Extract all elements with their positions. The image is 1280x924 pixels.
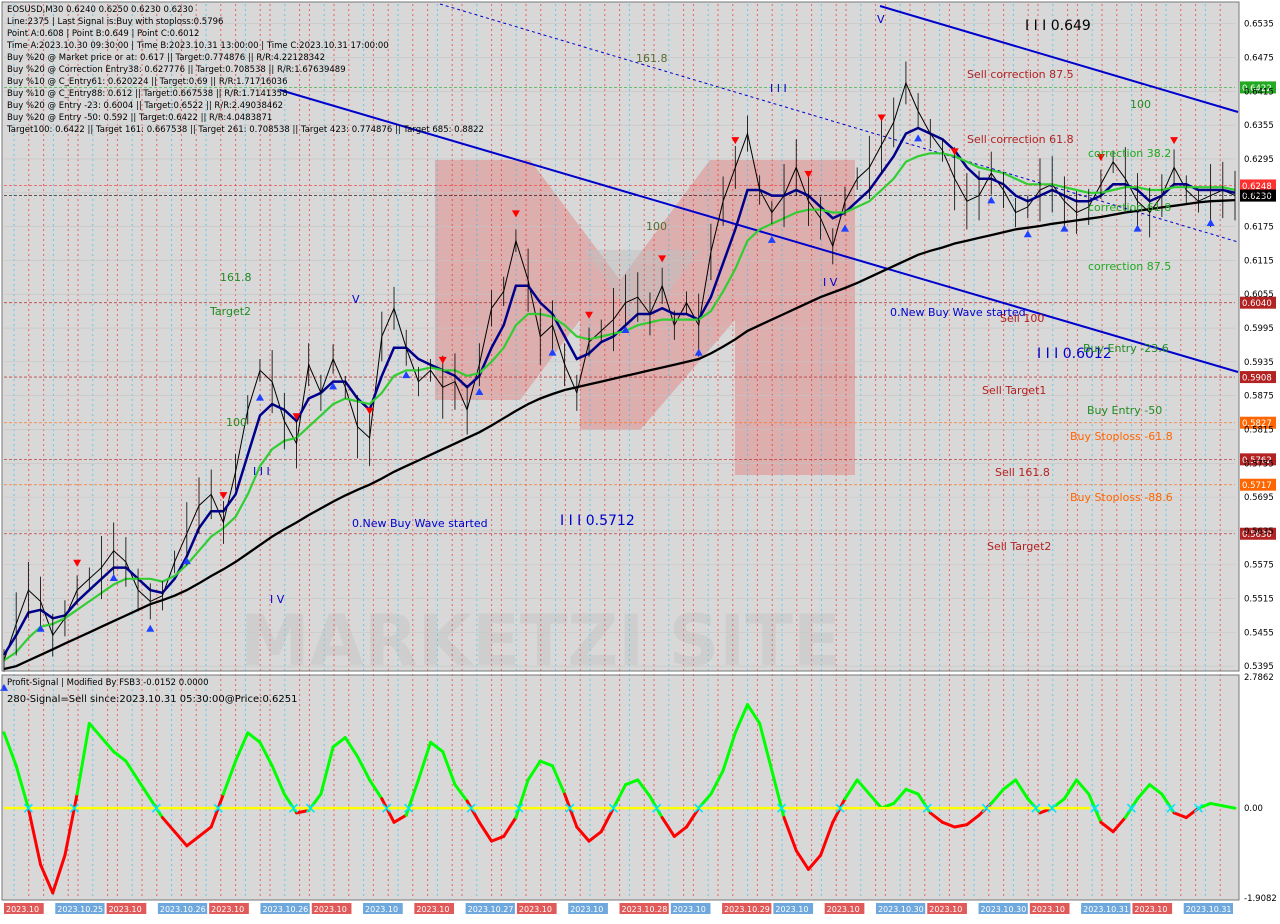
info-line: Buy %20 @ Correction Entry38: 0.627776 |… [7,65,346,75]
info-line: Buy %20 @ Entry -23: 0.6004 || Target:0.… [7,101,284,111]
x-tick-label: 2023.10 [827,905,860,914]
chart-annotation: Buy Entry -23.6 [1083,342,1169,355]
y-tick-label: 0.5395 [1244,662,1274,672]
y-tick-label: 0.5635 [1244,527,1274,537]
y-tick-label: 0.5935 [1244,358,1274,368]
info-line: Line:2375 | Last Signal is:Buy with stop… [7,17,224,27]
indicator-y-tick-label: 0.00 [1244,804,1263,814]
indicator-title: Profit-Signal | Modified By FSB3 -0.0152… [7,678,209,688]
chart-annotation: Sell 161.8 [995,466,1050,479]
x-tick-label: 2023.10.27 [468,905,514,914]
chart-annotation: I I I [253,465,270,478]
y-tick-label: 0.5695 [1244,493,1274,503]
y-tick-label: 0.6055 [1244,290,1274,300]
indicator-y-tick-label: -1.9082 [1244,894,1277,904]
x-tick-label: 2023.10.26 [262,905,308,914]
chart-annotation: I I I [770,82,787,95]
chart-annotation: correction 61.8 [1088,201,1171,214]
x-tick-label: 2023.10 [6,905,39,914]
chart-annotation: Sell 100 [1000,312,1044,325]
chart-annotation: 0.New Buy Wave started [352,517,488,530]
chart-annotation: I V [823,276,838,289]
info-line: Buy %10 @ C_Entry88: 0.612 || Target:0.6… [7,89,288,99]
chart-svg: MARKETZI SITE I I I 0.649Sell correction… [0,1,1277,914]
chart-annotation: correction 38.2 [1088,147,1171,160]
info-line: Point A:0.608 | Point B:0.649 | Point C:… [7,29,200,39]
chart-annotation: I I I 0.5712 [560,513,635,529]
info-line: Buy %20 @ Entry -50: 0.592 || Target:0.6… [7,113,273,123]
info-line: Target100: 0.6422 || Target 161: 0.66753… [7,125,484,135]
x-tick-label: 2023.10 [1032,905,1065,914]
chart-annotation: V [877,13,885,26]
chart-annotation: 100 [646,220,667,233]
y-tick-label: 0.6115 [1244,256,1274,266]
chart-annotation: Sell correction 61.8 [967,133,1074,146]
y-tick-label: 0.5755 [1244,459,1274,469]
y-tick-label: 0.6415 [1244,87,1274,97]
y-tick-label: 0.5575 [1244,561,1274,571]
price-tag: 0.5908 [1242,374,1272,384]
x-tick-label: 2023.10 [365,905,398,914]
x-tick-label: 2023.10 [570,905,603,914]
y-tick-label: 0.5515 [1244,595,1274,605]
x-tick-label: 2023.10.26 [160,905,206,914]
y-tick-label: 0.6235 [1244,189,1274,199]
x-tick-label: 2023.10.30 [878,905,924,914]
y-tick-label: 0.5455 [1244,628,1274,638]
chart-annotation: Buy Stoploss -88.6 [1070,491,1173,504]
chart-annotation: Sell correction 87.5 [967,68,1074,81]
x-tick-label: 2023.10.31 [1083,905,1129,914]
chart-annotation: Buy Stoploss -61.8 [1070,430,1173,443]
chart-annotation: 161.8 [220,271,252,284]
x-tick-label: 2023.10 [929,905,962,914]
chart-annotation: I V [270,593,285,606]
chart-annotation: 100 [226,416,247,429]
chart-annotation: V [352,293,360,306]
y-tick-label: 0.6355 [1244,121,1274,131]
chart-annotation: correction 87.5 [1088,260,1171,273]
x-tick-label: 2023.10.31 15:30 [1186,905,1257,914]
indicator-panel-bg [2,675,1239,900]
indicator-signal-text: 280-Signal=Sell since:2023.10.31 05:30:0… [7,694,298,705]
x-tick-label: 2023.10 [1134,905,1167,914]
y-tick-label: 0.5815 [1244,425,1274,435]
chart-annotation: 161.8 [636,52,668,65]
price-tag: 0.6040 [1242,299,1272,309]
chart-annotation: Buy Entry -50 [1087,404,1162,417]
chart-root: MARKETZI SITE I I I 0.649 Sell correction… [0,0,1280,920]
price-tag: 0.5717 [1242,481,1272,491]
y-tick-label: 0.5875 [1244,392,1274,402]
info-line: Time A:2023.10.30 09:30:00 | Time B:2023… [7,41,389,51]
chart-annotation: Sell Target1 [982,384,1046,397]
chart-annotation: Sell Target2 [987,540,1051,553]
y-tick-label: 0.5995 [1244,324,1274,334]
x-tick-label: 2023.10 [416,905,449,914]
indicator-y-tick-label: 2.7862 [1244,673,1274,683]
y-tick-label: 0.6535 [1244,20,1274,30]
chart-annotation: Target2 [209,305,251,318]
x-tick-label: 2023.10.29 [724,905,770,914]
chart-annotation: I I I 0.649 [1025,18,1091,34]
x-tick-label: 2023.10 [314,905,347,914]
symbol-line: EOSUSD,M30 0.6240 0.6250 0.6230 0.6230 [7,5,194,15]
x-tick-label: 2023.10 [211,905,244,914]
x-tick-label: 2023.10 [775,905,808,914]
y-tick-label: 0.6295 [1244,155,1274,165]
info-line: Buy %20 @ Market price or at: 0.617 || T… [7,53,325,63]
x-tick-label: 2023.10 [109,905,142,914]
x-tick-label: 2023.10 [519,905,552,914]
y-tick-label: 0.6475 [1244,54,1274,64]
chart-annotation: 100 [1130,98,1151,111]
y-tick-label: 0.6175 [1244,223,1274,233]
x-tick-label: 2023.10.28 [622,905,668,914]
x-tick-label: 2023.10 [673,905,706,914]
info-line: Buy %10 @ C_Entry61: 0.620224 || Target:… [7,77,288,87]
